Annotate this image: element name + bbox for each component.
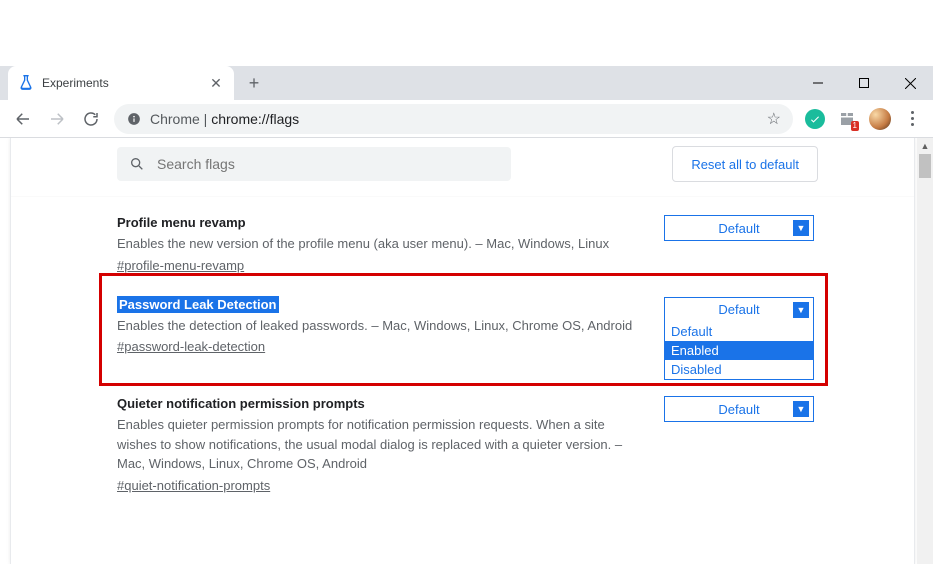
page-viewport: ▲ Reset all to default Profile menu reva… bbox=[0, 138, 933, 564]
site-info-icon[interactable] bbox=[126, 111, 142, 127]
flag-password-leak-detection: Password Leak Detection Enables the dete… bbox=[11, 285, 914, 367]
forward-button[interactable] bbox=[40, 102, 74, 136]
flag-anchor-link[interactable]: #password-leak-detection bbox=[117, 339, 265, 354]
flag-option-default[interactable]: Default bbox=[665, 322, 813, 341]
flags-page: Reset all to default Profile menu revamp… bbox=[10, 138, 915, 564]
flag-select-dropdown: Default Enabled Disabled bbox=[664, 322, 814, 380]
chrome-menu-button[interactable] bbox=[897, 111, 927, 126]
chevron-down-icon: ▼ bbox=[793, 401, 809, 417]
flag-title: Password Leak Detection bbox=[117, 297, 638, 312]
scrollbar[interactable]: ▲ bbox=[917, 138, 933, 564]
extension-gray-icon[interactable]: 1 bbox=[837, 109, 857, 129]
tab-strip: Experiments ✕ + bbox=[0, 66, 933, 100]
flag-select[interactable]: Default ▼ bbox=[664, 396, 814, 422]
chevron-down-icon: ▼ bbox=[793, 220, 809, 236]
flag-anchor-link[interactable]: #quiet-notification-prompts bbox=[117, 478, 270, 493]
flag-title: Profile menu revamp bbox=[117, 215, 638, 230]
tab-title: Experiments bbox=[42, 76, 208, 90]
flag-option-disabled[interactable]: Disabled bbox=[665, 360, 813, 379]
omnibox-url: Chrome | chrome://flags bbox=[150, 111, 299, 127]
scroll-thumb[interactable] bbox=[919, 154, 931, 178]
extension-badge: 1 bbox=[851, 121, 859, 131]
search-flags-input[interactable] bbox=[155, 155, 499, 173]
extension-green-icon[interactable] bbox=[805, 109, 825, 129]
flag-anchor-link[interactable]: #profile-menu-revamp bbox=[117, 258, 244, 273]
chevron-down-icon: ▼ bbox=[793, 302, 809, 318]
window-controls bbox=[795, 66, 933, 100]
flags-topbar: Reset all to default bbox=[11, 138, 914, 197]
reset-all-button[interactable]: Reset all to default bbox=[672, 146, 818, 182]
flag-profile-menu-revamp: Profile menu revamp Enables the new vers… bbox=[11, 203, 914, 285]
browser-window: Experiments ✕ + Chrome | chrome://flags bbox=[0, 66, 933, 564]
flag-select[interactable]: Default ▼ bbox=[664, 297, 814, 323]
omnibox[interactable]: Chrome | chrome://flags ☆ bbox=[114, 104, 793, 134]
flag-select[interactable]: Default ▼ bbox=[664, 215, 814, 241]
close-window-button[interactable] bbox=[887, 66, 933, 100]
profile-avatar[interactable] bbox=[869, 108, 891, 130]
bookmark-star-icon[interactable]: ☆ bbox=[767, 109, 781, 129]
back-button[interactable] bbox=[6, 102, 40, 136]
flag-option-enabled[interactable]: Enabled bbox=[665, 341, 813, 360]
flag-select-value: Default bbox=[718, 302, 759, 317]
maximize-button[interactable] bbox=[841, 66, 887, 100]
flag-list: Profile menu revamp Enables the new vers… bbox=[11, 197, 914, 511]
search-flags-box[interactable] bbox=[117, 147, 511, 181]
close-tab-icon[interactable]: ✕ bbox=[208, 75, 224, 91]
reload-button[interactable] bbox=[74, 102, 108, 136]
flask-icon bbox=[18, 75, 34, 91]
new-tab-button[interactable]: + bbox=[240, 69, 268, 97]
flag-title: Quieter notification permission prompts bbox=[117, 396, 638, 411]
minimize-button[interactable] bbox=[795, 66, 841, 100]
toolbar: Chrome | chrome://flags ☆ 1 bbox=[0, 100, 933, 138]
flag-description: Enables the detection of leaked password… bbox=[117, 316, 638, 336]
search-icon bbox=[129, 156, 145, 172]
flag-description: Enables the new version of the profile m… bbox=[117, 234, 638, 254]
flag-description: Enables quieter permission prompts for n… bbox=[117, 415, 638, 474]
flag-select-value: Default bbox=[718, 402, 759, 417]
scroll-up-arrow[interactable]: ▲ bbox=[917, 138, 933, 154]
tab-experiments[interactable]: Experiments ✕ bbox=[8, 66, 234, 100]
flag-quiet-notification-prompts: Quieter notification permission prompts … bbox=[11, 366, 914, 505]
flag-select-value: Default bbox=[718, 221, 759, 236]
